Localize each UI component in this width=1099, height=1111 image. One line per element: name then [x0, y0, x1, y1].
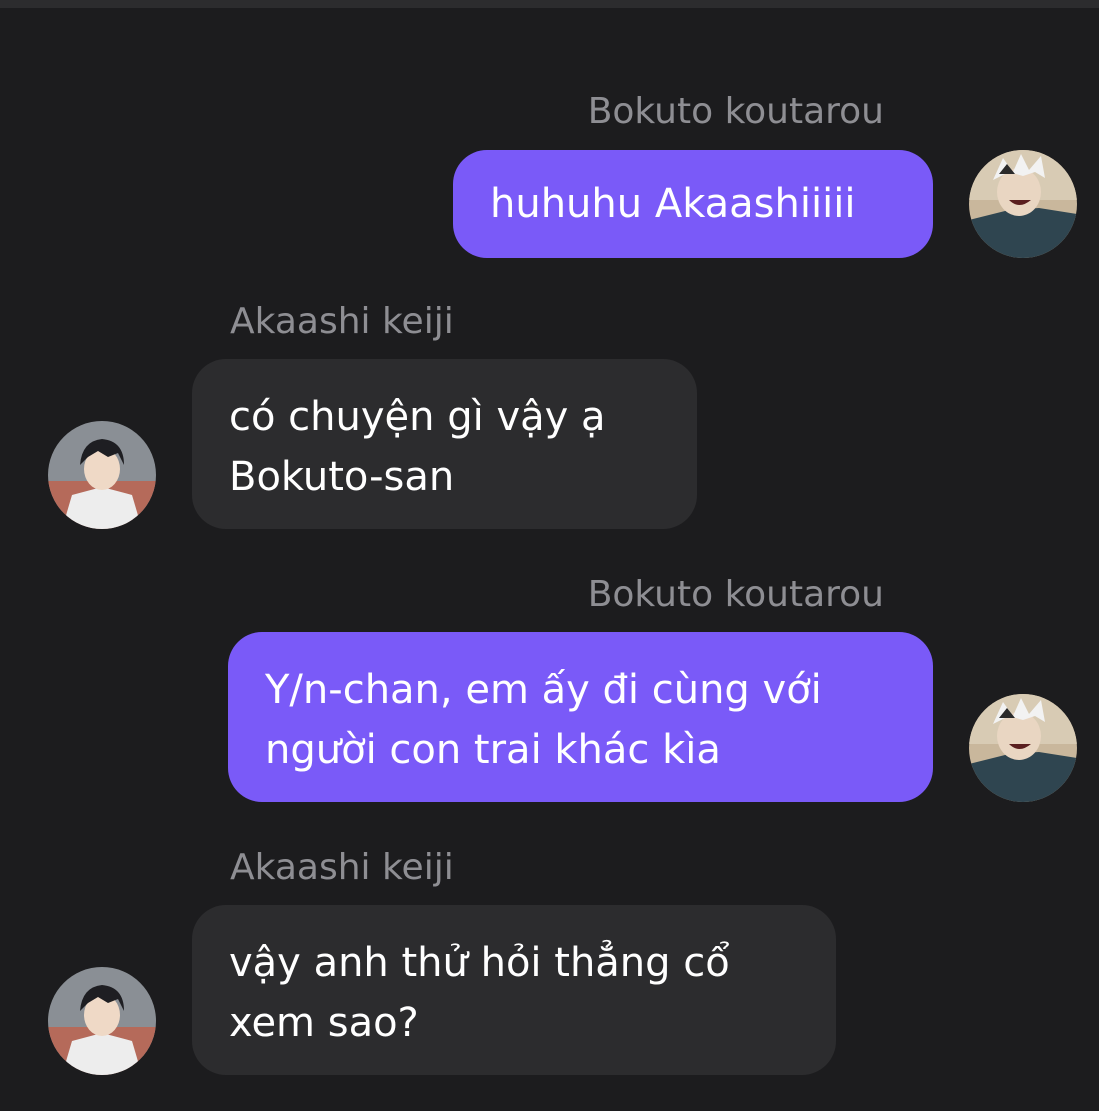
message-text: huhuhu Akaashiiiii — [490, 181, 856, 227]
top-bar — [0, 0, 1099, 8]
sender-name: Akaashi keiji — [230, 847, 454, 888]
bokuto-avatar[interactable] — [969, 150, 1077, 258]
message-bubble[interactable]: huhuhu Akaashiiiii — [453, 150, 933, 258]
message-text: có chuyện gì vậy ạ — [229, 394, 606, 440]
message-bubble[interactable]: có chuyện gì vậy ạ Bokuto-san — [192, 359, 697, 529]
sender-name: Akaashi keiji — [230, 301, 454, 342]
message-text: Bokuto-san — [229, 454, 455, 500]
message-text: người con trai khác kìa — [265, 727, 721, 773]
akaashi-avatar[interactable] — [48, 421, 156, 529]
akaashi-avatar[interactable] — [48, 967, 156, 1075]
message-text: xem sao? — [229, 1000, 419, 1046]
message-bubble[interactable]: vậy anh thử hỏi thẳng cổ xem sao? — [192, 905, 836, 1075]
bokuto-avatar[interactable] — [969, 694, 1077, 802]
message-text: Y/n-chan, em ấy đi cùng với — [265, 667, 822, 713]
message-text: vậy anh thử hỏi thẳng cổ — [229, 940, 730, 986]
sender-name: Bokuto koutarou — [587, 574, 884, 615]
sender-name: Bokuto koutarou — [587, 91, 884, 132]
message-bubble[interactable]: Y/n-chan, em ấy đi cùng với người con tr… — [228, 632, 933, 802]
